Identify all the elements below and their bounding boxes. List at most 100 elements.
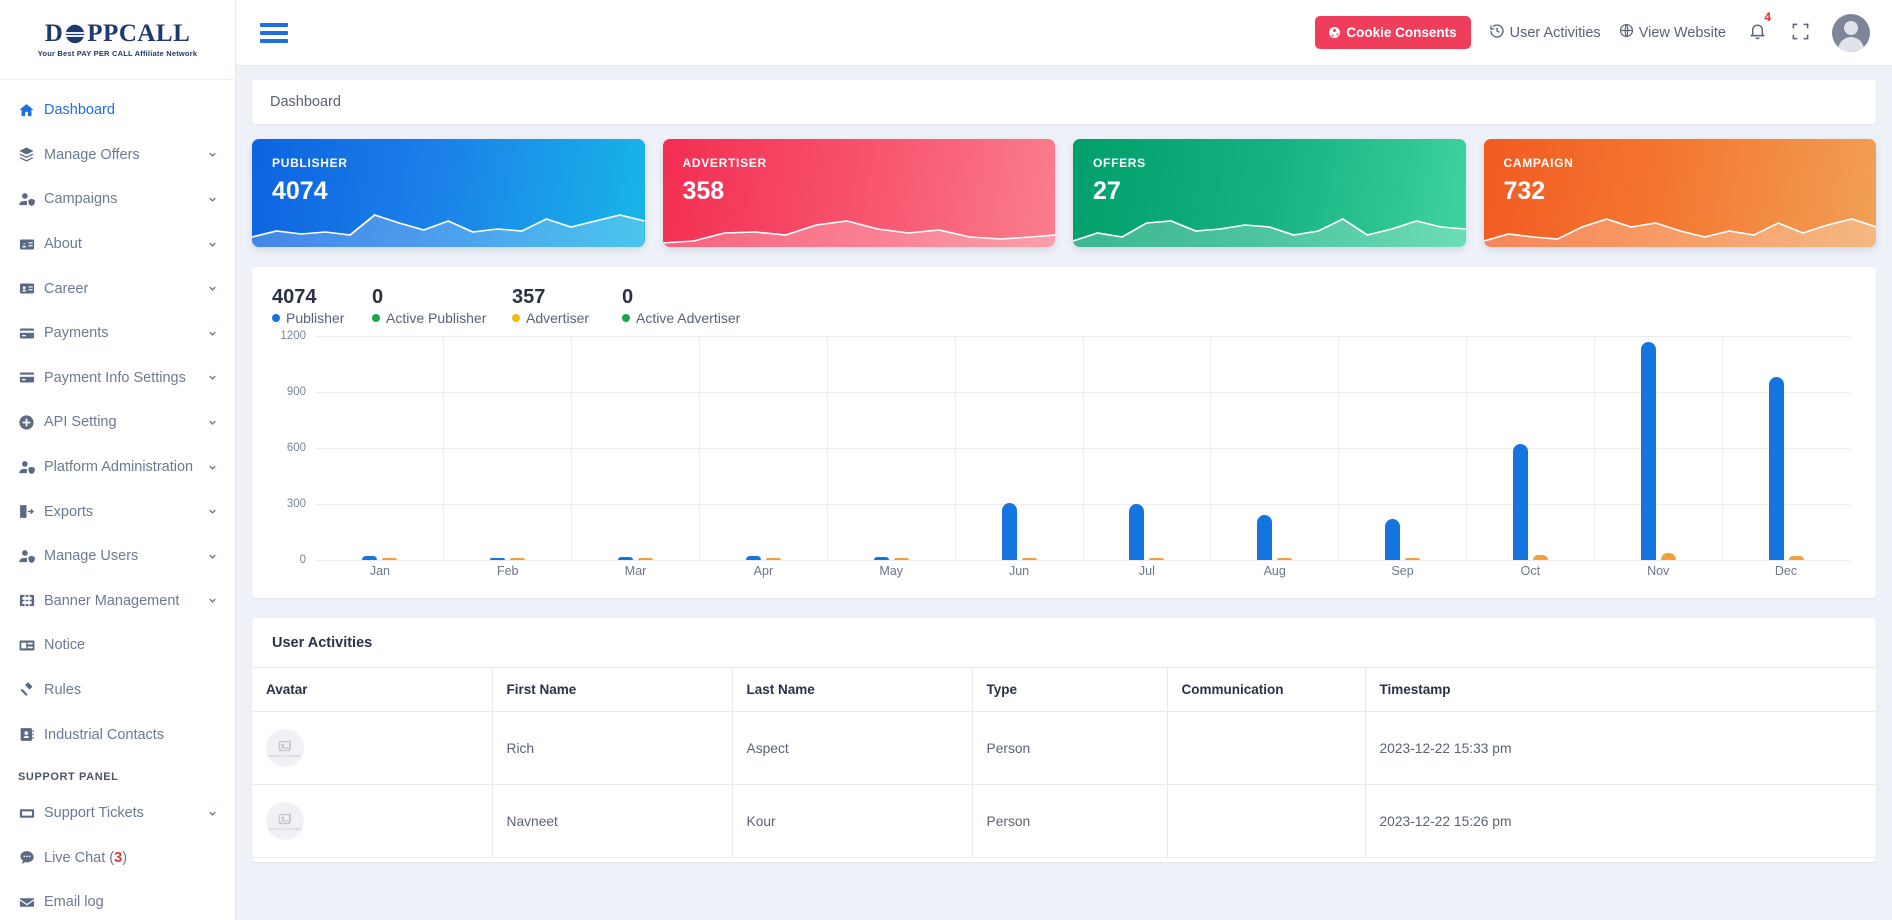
chart-bar[interactable] [1789,556,1804,560]
sidebar-item-live-chat[interactable]: Live Chat (3) [0,836,235,881]
chart-bar-group[interactable] [1594,336,1722,560]
table-row[interactable]: IMAGE NOT AVAILABLENavneetKourPerson2023… [252,785,1876,858]
app-root: D PPCALL Your Best PAY PER CALL Affiliat… [0,0,1892,920]
stat-card-offers[interactable]: OFFERS 27 [1073,139,1466,247]
stat-card-advertiser[interactable]: ADVERTISER 358 [663,139,1056,247]
chart-bar[interactable] [1661,553,1676,560]
monthly-bar-chart: JanFebMarAprMayJunJulAugSepOctNovDec 030… [272,336,1856,588]
brand-name-text: D PPCALL [45,21,191,46]
chart-bar[interactable] [1022,558,1037,560]
fullscreen-icon[interactable] [1791,22,1810,44]
chart-bar[interactable] [1385,519,1400,560]
sidebar-item-support-tickets[interactable]: Support Tickets [0,791,235,836]
chevron-down-icon[interactable] [207,417,219,428]
chart-bar[interactable] [362,556,377,560]
hamburger-icon[interactable] [260,23,288,43]
chevron-down-icon[interactable] [207,194,219,205]
sidebar-item-exports[interactable]: Exports [0,489,235,534]
sidebar-item-api-setting[interactable]: API Setting [0,400,235,445]
chart-bar[interactable] [1533,555,1548,560]
stat-card-campaign[interactable]: CAMPAIGN 732 [1484,139,1877,247]
chart-bar-group[interactable] [1210,336,1338,560]
sidebar-item-banner-management[interactable]: Banner Management [0,579,235,624]
chart-bar-group[interactable] [571,336,699,560]
chart-bar-group[interactable] [1338,336,1466,560]
chevron-down-icon[interactable] [207,328,219,339]
chart-bar[interactable] [1769,377,1784,560]
column-header-last-name[interactable]: Last Name [732,668,972,712]
chevron-down-icon[interactable] [207,149,219,160]
legend-publisher[interactable]: 4074 Publisher [272,285,372,326]
chart-bar[interactable] [1002,503,1017,560]
chart-bar[interactable] [1129,504,1144,560]
avatar[interactable] [1832,14,1870,52]
chart-bar[interactable] [490,558,505,560]
sidebar-item-dashboard[interactable]: Dashboard [0,88,235,133]
chart-bar-group[interactable] [1083,336,1211,560]
sidebar-item-payments[interactable]: Payments [0,311,235,356]
chart-plot [316,336,1850,560]
chart-bar[interactable] [1257,515,1272,560]
chevron-down-icon[interactable] [207,462,219,473]
sidebar-item-payment-info-settings[interactable]: Payment Info Settings [0,356,235,401]
chart-bar-group[interactable] [1466,336,1594,560]
legend-name: Active Advertiser [622,310,772,326]
chart-bar[interactable] [766,558,781,560]
legend-advertiser[interactable]: 357 Advertiser [512,285,622,326]
chart-bar[interactable] [510,558,525,560]
cookie-consents-button[interactable]: Cookie Consents [1315,16,1470,49]
chevron-down-icon[interactable] [207,283,219,294]
legend-active-publisher[interactable]: 0 Active Publisher [372,285,512,326]
chart-bar[interactable] [382,558,397,560]
chart-bar-group[interactable] [955,336,1083,560]
sidebar-item-campaigns[interactable]: Campaigns [0,177,235,222]
brand-name-part1: D [45,21,64,46]
sidebar-item-industrial-contacts[interactable]: Industrial Contacts [0,712,235,757]
chart-bar[interactable] [1513,444,1528,560]
chevron-down-icon[interactable] [207,595,219,606]
view-website-link[interactable]: View Website [1619,23,1726,42]
chart-bar[interactable] [1277,558,1292,560]
legend-active-advertiser[interactable]: 0 Active Advertiser [622,285,772,326]
chart-bar[interactable] [874,557,889,560]
notifications-button[interactable]: 4 [1748,22,1767,44]
chevron-down-icon[interactable] [207,808,219,819]
chevron-down-icon[interactable] [207,239,219,250]
chart-bar[interactable] [638,558,653,560]
chart-bar-group[interactable] [316,336,443,560]
chart-bar[interactable] [1641,342,1656,560]
column-header-communication[interactable]: Communication [1167,668,1365,712]
sidebar-item-about[interactable]: About [0,222,235,267]
chart-bar[interactable] [894,558,909,560]
sidebar-item-manage-offers[interactable]: Manage Offers [0,133,235,178]
chart-bar[interactable] [1405,558,1420,560]
brand-logo[interactable]: D PPCALL Your Best PAY PER CALL Affiliat… [0,0,235,80]
chart-bar-group[interactable] [1722,336,1850,560]
chevron-down-icon[interactable] [207,372,219,383]
column-header-timestamp[interactable]: Timestamp [1365,668,1876,712]
sidebar-item-email-log[interactable]: Email log [0,880,235,920]
cell-first-name: Rich [492,712,732,785]
chart-bar[interactable] [618,557,633,560]
chevron-down-icon[interactable] [207,506,219,517]
sidebar-item-platform-administration[interactable]: Platform Administration [0,445,235,490]
table-row[interactable]: IMAGE NOT AVAILABLERichAspectPerson2023-… [252,712,1876,785]
user-activities-link[interactable]: User Activities [1489,23,1601,43]
ticket-icon [18,805,44,822]
column-header-first-name[interactable]: First Name [492,668,732,712]
chart-summary-legend: 4074 Publisher 0 Active Publisher [272,285,1856,326]
chevron-down-icon[interactable] [207,551,219,562]
chart-bar-group[interactable] [443,336,571,560]
chart-bar[interactable] [1149,558,1164,560]
sidebar-item-career[interactable]: Career [0,266,235,311]
chart-bar-group[interactable] [699,336,827,560]
sidebar-item-notice[interactable]: Notice [0,623,235,668]
column-header-type[interactable]: Type [972,668,1167,712]
chart-bar-group[interactable] [827,336,955,560]
sidebar-item-rules[interactable]: Rules [0,668,235,713]
sidebar-item-manage-users[interactable]: Manage Users [0,534,235,579]
content-scroll[interactable]: Dashboard PUBLISHER 4074 ADVERTISER 358 [236,66,1892,920]
stat-card-publisher[interactable]: PUBLISHER 4074 [252,139,645,247]
column-header-avatar[interactable]: Avatar [252,668,492,712]
chart-bar[interactable] [746,556,761,560]
